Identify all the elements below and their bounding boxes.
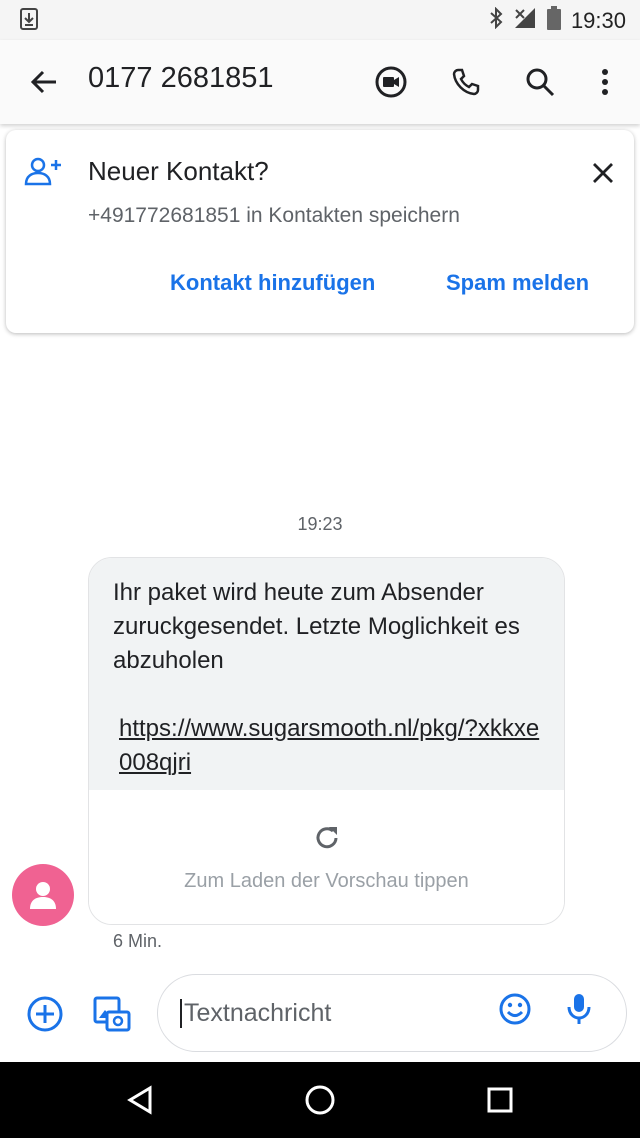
nav-home-icon[interactable] bbox=[300, 1080, 340, 1120]
microphone-icon[interactable] bbox=[564, 992, 594, 1031]
download-icon bbox=[20, 8, 38, 35]
message-link[interactable]: https://www.sugarsmooth.nl/pkg/?xkkxe008… bbox=[113, 712, 540, 780]
add-person-icon bbox=[24, 156, 64, 191]
message-timestamp: 19:23 bbox=[297, 514, 343, 534]
conversation-title: 0177 2681851 bbox=[88, 62, 274, 94]
phone-icon[interactable] bbox=[444, 60, 488, 104]
more-vert-icon[interactable] bbox=[583, 60, 627, 104]
avatar[interactable] bbox=[12, 864, 74, 926]
preview-hint: Zum Laden der Vorschau tippen bbox=[184, 870, 469, 892]
nav-back-icon[interactable] bbox=[120, 1080, 160, 1120]
compose-bar: Textnachricht bbox=[0, 968, 640, 1062]
report-spam-button[interactable]: Spam melden bbox=[446, 270, 589, 296]
messages-screen: 19:30 0177 2681851 Neuer Kontakt? +49177… bbox=[0, 0, 640, 1138]
gallery-icon[interactable] bbox=[89, 992, 133, 1036]
refresh-icon bbox=[313, 824, 341, 857]
message-bubble[interactable]: Ihr paket wird heute zum Absender zuruck… bbox=[88, 557, 565, 925]
emoji-icon[interactable] bbox=[498, 992, 532, 1031]
navigation-bar bbox=[0, 1062, 640, 1138]
nav-recents-icon[interactable] bbox=[480, 1080, 520, 1120]
bluetooth-icon bbox=[489, 6, 503, 34]
back-arrow-icon[interactable] bbox=[24, 62, 64, 102]
no-signal-icon bbox=[513, 7, 537, 34]
status-time: 19:30 bbox=[570, 7, 626, 33]
add-attachment-icon[interactable] bbox=[23, 992, 67, 1036]
video-call-icon[interactable] bbox=[369, 60, 413, 104]
message-input[interactable]: Textnachricht bbox=[157, 974, 627, 1052]
search-icon[interactable] bbox=[518, 60, 562, 104]
message-age: 6 Min. bbox=[113, 931, 163, 951]
message-text: Ihr paket wird heute zum Absender zuruck… bbox=[113, 579, 520, 674]
status-bar: 19:30 bbox=[0, 0, 640, 40]
link-preview[interactable]: Zum Laden der Vorschau tippen bbox=[89, 790, 564, 924]
message-placeholder: Textnachricht bbox=[180, 999, 331, 1028]
app-bar: 0177 2681851 bbox=[0, 40, 640, 124]
card-title: Neuer Kontakt? bbox=[88, 156, 269, 186]
battery-icon bbox=[546, 6, 561, 35]
add-contact-button[interactable]: Kontakt hinzufügen bbox=[170, 270, 375, 296]
card-subtitle: +491772681851 in Kontakten speichern bbox=[88, 204, 460, 227]
close-icon[interactable] bbox=[586, 156, 620, 190]
new-contact-card: Neuer Kontakt? +491772681851 in Kontakte… bbox=[6, 130, 634, 333]
